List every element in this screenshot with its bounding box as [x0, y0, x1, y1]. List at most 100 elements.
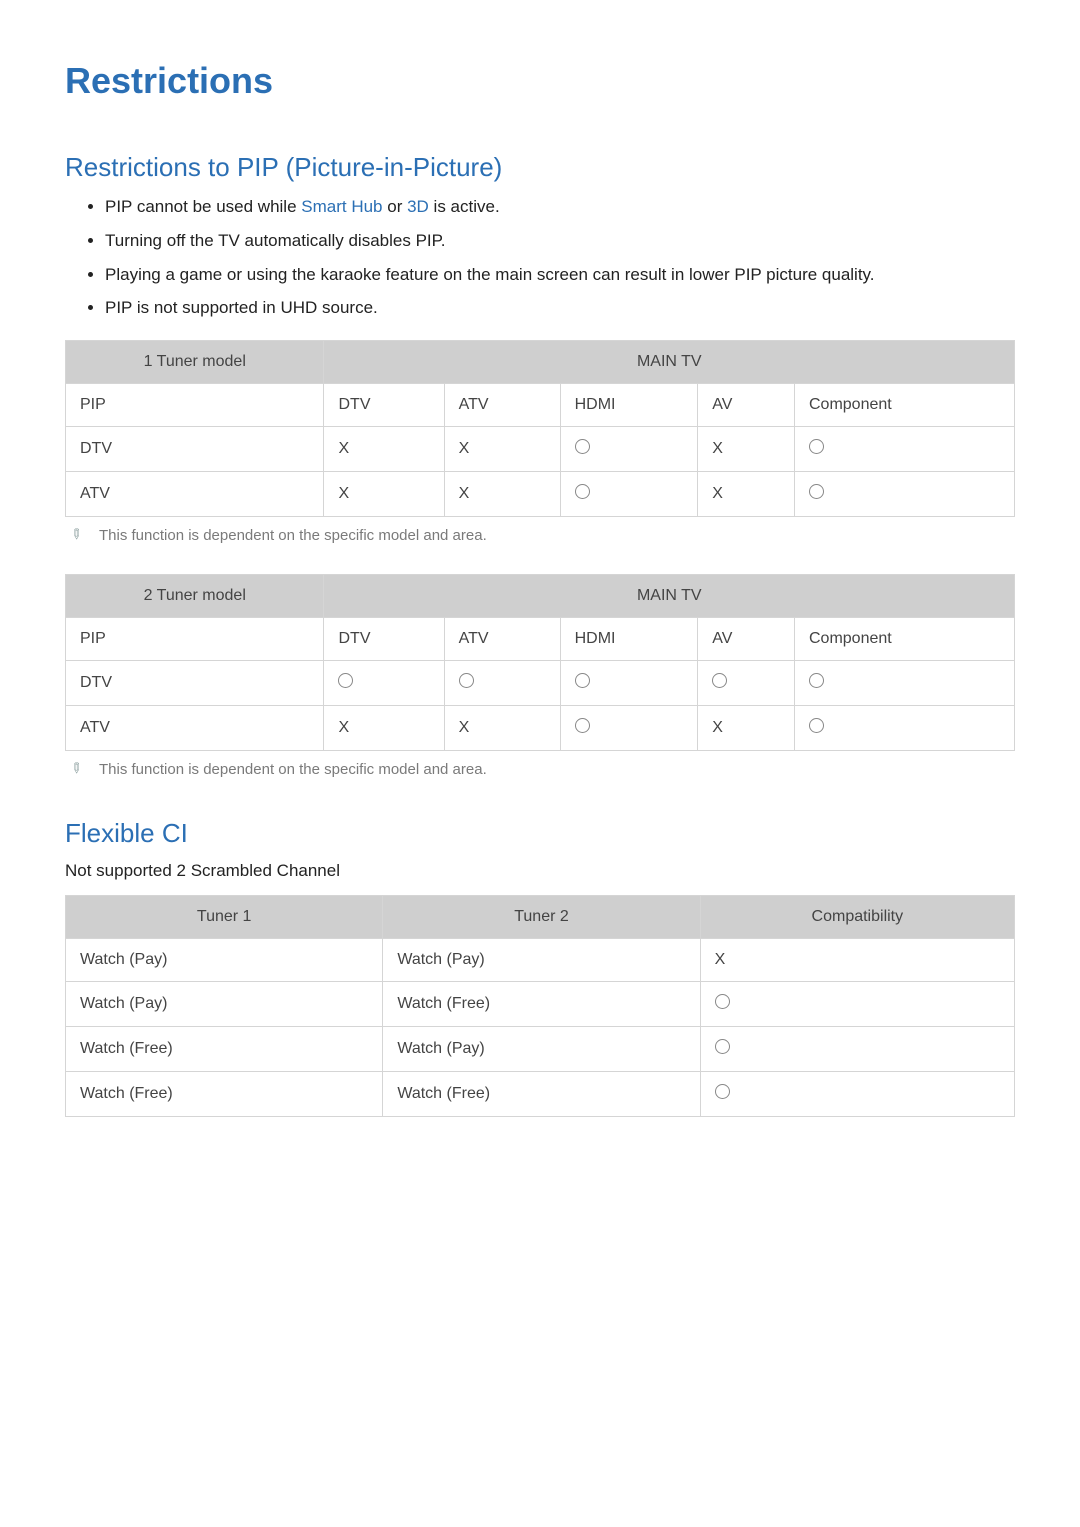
th-col: Component: [795, 618, 1015, 661]
cell: X: [444, 706, 560, 751]
table-1-tuner: 1 Tuner model MAIN TV PIP DTV ATV HDMI A…: [65, 340, 1015, 517]
cell: [444, 661, 560, 706]
cell: Watch (Free): [383, 982, 700, 1027]
th-col: DTV: [324, 618, 444, 661]
row-label: DTV: [66, 661, 324, 706]
cell: Watch (Free): [66, 1027, 383, 1072]
th-corner: 1 Tuner model: [66, 341, 324, 384]
th-col: HDMI: [560, 618, 698, 661]
th-col: ATV: [444, 618, 560, 661]
row-label: DTV: [66, 427, 324, 472]
bullet-item: Playing a game or using the karaoke feat…: [105, 263, 1015, 287]
cell: X: [698, 706, 795, 751]
circle-icon: [715, 1039, 730, 1054]
pip-bullet-list: PIP cannot be used while Smart Hub or 3D…: [65, 195, 1015, 320]
cell: X: [700, 939, 1014, 982]
cell: Watch (Free): [383, 1072, 700, 1117]
pencil-icon: ✎: [68, 524, 88, 544]
heading-pip: Restrictions to PIP (Picture-in-Picture): [65, 152, 1015, 183]
cell: [795, 706, 1015, 751]
table-2-tuner: 2 Tuner model MAIN TV PIP DTV ATV HDMI A…: [65, 574, 1015, 751]
circle-icon: [715, 1084, 730, 1099]
note-text: This function is dependent on the specif…: [99, 761, 487, 778]
bullet-item: PIP cannot be used while Smart Hub or 3D…: [105, 195, 1015, 219]
cell: Watch (Pay): [383, 1027, 700, 1072]
cell: [795, 427, 1015, 472]
cell: [700, 1027, 1014, 1072]
th-col: PIP: [66, 384, 324, 427]
circle-icon: [715, 994, 730, 1009]
table-row: Watch (Free) Watch (Pay): [66, 1027, 1015, 1072]
cell: [560, 427, 698, 472]
table-row: Watch (Free) Watch (Free): [66, 1072, 1015, 1117]
table-row: Watch (Pay) Watch (Pay) X: [66, 939, 1015, 982]
page-title: Restrictions: [65, 60, 1015, 102]
table-flexible-ci: Tuner 1 Tuner 2 Compatibility Watch (Pay…: [65, 895, 1015, 1117]
highlight-3d: 3D: [407, 197, 429, 216]
note: ✎ This function is dependent on the spec…: [71, 527, 1015, 544]
text: PIP cannot be used while: [105, 197, 301, 216]
th: Compatibility: [700, 896, 1014, 939]
cell: X: [698, 472, 795, 517]
table-row: DTV: [66, 661, 1015, 706]
circle-icon: [809, 439, 824, 454]
circle-icon: [575, 673, 590, 688]
th-main-tv: MAIN TV: [324, 575, 1015, 618]
text: is active.: [429, 197, 500, 216]
bullet-item: PIP is not supported in UHD source.: [105, 296, 1015, 320]
circle-icon: [712, 673, 727, 688]
th-corner: 2 Tuner model: [66, 575, 324, 618]
cell: [795, 661, 1015, 706]
table-row: Watch (Pay) Watch (Free): [66, 982, 1015, 1027]
th-col: DTV: [324, 384, 444, 427]
bullet-item: Turning off the TV automatically disable…: [105, 229, 1015, 253]
cell: X: [698, 427, 795, 472]
pencil-icon: ✎: [68, 758, 88, 778]
cell: Watch (Pay): [383, 939, 700, 982]
cell: X: [324, 706, 444, 751]
cell: Watch (Pay): [66, 982, 383, 1027]
th: Tuner 2: [383, 896, 700, 939]
cell: X: [444, 427, 560, 472]
cell: Watch (Pay): [66, 939, 383, 982]
cell: X: [444, 472, 560, 517]
highlight-smart-hub: Smart Hub: [301, 197, 382, 216]
circle-icon: [809, 484, 824, 499]
circle-icon: [338, 673, 353, 688]
th-col: Component: [795, 384, 1015, 427]
row-label: ATV: [66, 472, 324, 517]
table-row: ATV X X X: [66, 706, 1015, 751]
cell: [795, 472, 1015, 517]
circle-icon: [459, 673, 474, 688]
table-row: ATV X X X: [66, 472, 1015, 517]
th-col: AV: [698, 618, 795, 661]
cell: [560, 706, 698, 751]
cell: [698, 661, 795, 706]
cell: X: [324, 472, 444, 517]
th-main-tv: MAIN TV: [324, 341, 1015, 384]
circle-icon: [575, 718, 590, 733]
cell: Watch (Free): [66, 1072, 383, 1117]
note-text: This function is dependent on the specif…: [99, 527, 487, 544]
heading-ci: Flexible CI: [65, 818, 1015, 849]
th-col: PIP: [66, 618, 324, 661]
cell: [700, 1072, 1014, 1117]
cell: [560, 661, 698, 706]
circle-icon: [575, 484, 590, 499]
th-col: ATV: [444, 384, 560, 427]
row-label: ATV: [66, 706, 324, 751]
th-col: HDMI: [560, 384, 698, 427]
cell: [560, 472, 698, 517]
circle-icon: [809, 718, 824, 733]
note: ✎ This function is dependent on the spec…: [71, 761, 1015, 778]
th: Tuner 1: [66, 896, 383, 939]
cell: [324, 661, 444, 706]
cell: [700, 982, 1014, 1027]
cell: X: [324, 427, 444, 472]
section-flexible-ci: Flexible CI Not supported 2 Scrambled Ch…: [65, 818, 1015, 1117]
section-pip: Restrictions to PIP (Picture-in-Picture)…: [65, 152, 1015, 778]
table-row: DTV X X X: [66, 427, 1015, 472]
th-col: AV: [698, 384, 795, 427]
circle-icon: [575, 439, 590, 454]
text: or: [383, 197, 408, 216]
